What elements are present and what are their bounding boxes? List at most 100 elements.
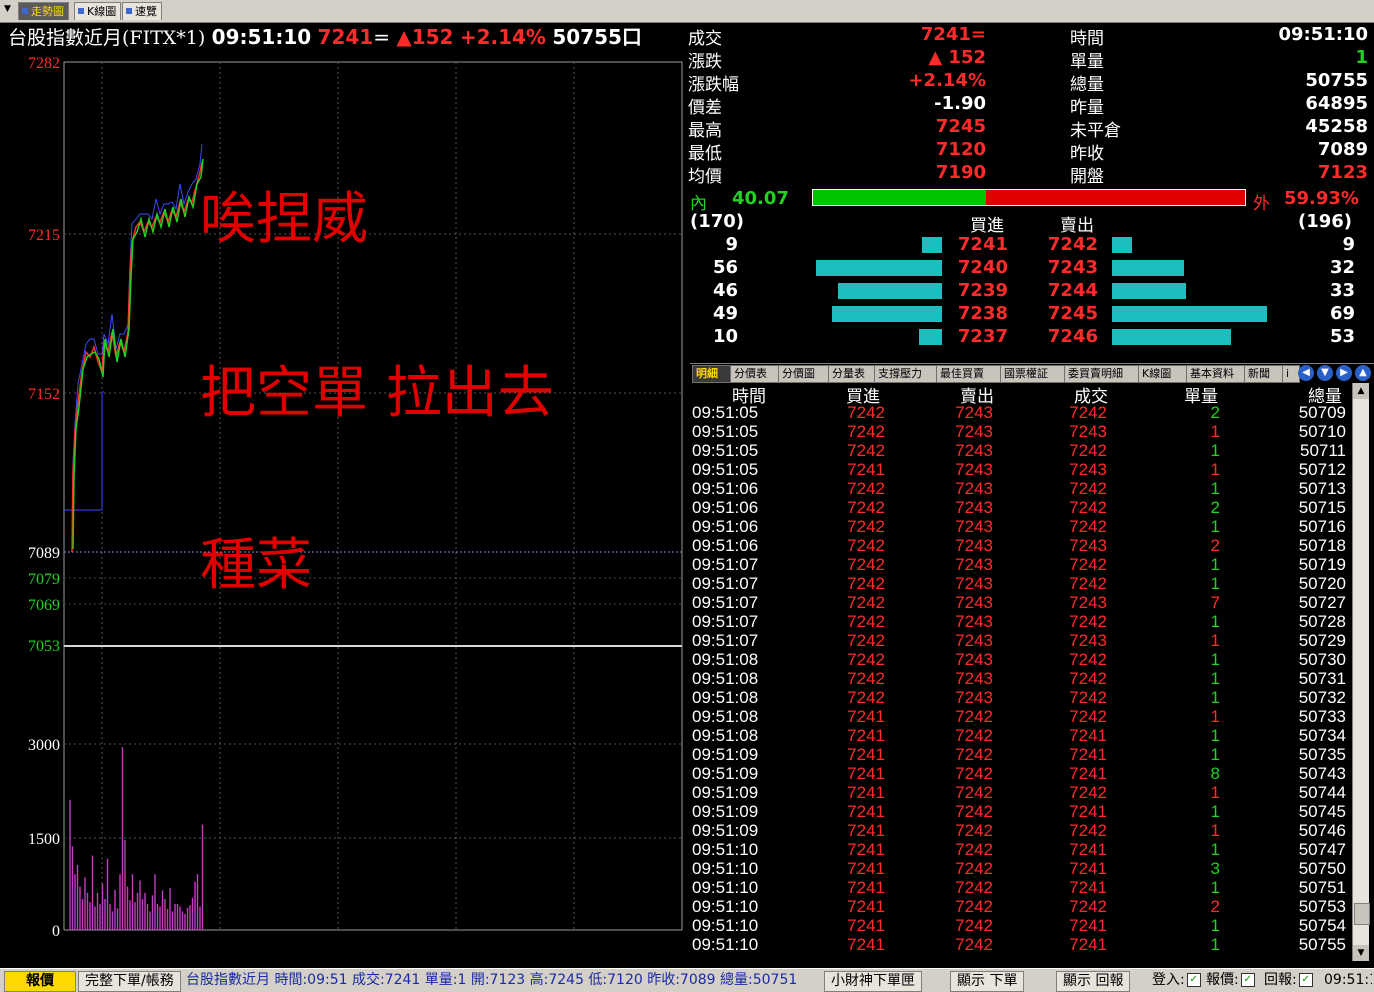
- bid-qty: 10: [712, 326, 738, 347]
- table-row: 09:51:10 7241 7242 7242 2 50753: [690, 897, 1350, 916]
- bid-price[interactable]: 7240: [952, 257, 1008, 278]
- show-order-button[interactable]: 顯示 下單: [950, 971, 1025, 992]
- order-book-row: 10 7237 7246 53: [690, 326, 1370, 349]
- cell-bid: 7242: [847, 593, 885, 612]
- cell-volume: 50712: [1298, 460, 1346, 479]
- detail-tab[interactable]: K線圖: [1138, 365, 1190, 383]
- ask-qty-bar: [1112, 237, 1132, 253]
- quote-value-right: 64895: [1305, 93, 1368, 114]
- table-row: 09:51:09 7241 7242 7242 1 50744: [690, 783, 1350, 802]
- detail-tab[interactable]: 委買賣明細: [1064, 365, 1142, 383]
- cell-deal: 7241: [1069, 840, 1107, 859]
- top-tab-bar: ▼ 走勢圖 K線圖 速覽: [0, 0, 1374, 23]
- detail-tab[interactable]: 分量表: [828, 365, 878, 383]
- quote-label-left: 價差: [688, 98, 722, 118]
- window-menu-icon[interactable]: ▼: [4, 4, 14, 16]
- detail-tab[interactable]: 國票權証: [1000, 365, 1068, 383]
- cell-volume: 50731: [1298, 669, 1346, 688]
- header-change-pct: +2.14%: [459, 25, 546, 49]
- quote-value-right: 09:51:10: [1278, 24, 1368, 45]
- login-toggle[interactable]: 登入: ✓: [1152, 971, 1201, 990]
- quote-label-left: 均價: [688, 167, 722, 187]
- detail-tab[interactable]: 明細: [692, 365, 734, 383]
- annotation-2: 把空單 拉出去: [200, 361, 554, 426]
- ask-price[interactable]: 7243: [1042, 257, 1098, 278]
- cell-qty: 7: [1210, 593, 1220, 612]
- tab-trend-chart[interactable]: 走勢圖: [18, 2, 69, 20]
- cell-qty: 2: [1210, 897, 1220, 916]
- quote-label-right: 昨收: [1070, 144, 1104, 164]
- cell-qty: 1: [1210, 517, 1220, 536]
- table-row: 09:51:08 7242 7243 7242 1 50732: [690, 688, 1350, 707]
- detail-tab[interactable]: 新聞: [1244, 365, 1286, 383]
- cell-time: 09:51:05: [692, 403, 759, 422]
- bid-price[interactable]: 7239: [952, 280, 1008, 301]
- cell-ask: 7243: [955, 479, 993, 498]
- quote-value-left: +2.14%: [908, 70, 986, 91]
- nav-left-icon[interactable]: ◀: [1298, 365, 1314, 381]
- scroll-up-icon[interactable]: ▲: [1353, 383, 1369, 399]
- quote-toggle[interactable]: 報價: ✓: [1206, 971, 1255, 990]
- scroll-thumb[interactable]: [1354, 903, 1370, 925]
- nav-up-icon[interactable]: ▲: [1355, 365, 1371, 381]
- tab-overview[interactable]: 速覽: [122, 2, 162, 20]
- cell-volume: 50734: [1298, 726, 1346, 745]
- cell-volume: 50716: [1298, 517, 1346, 536]
- cell-bid: 7241: [847, 707, 885, 726]
- price-line-green: [72, 158, 204, 550]
- cell-bid: 7241: [847, 764, 885, 783]
- ask-qty: 69: [1329, 303, 1355, 324]
- cell-ask: 7242: [955, 764, 993, 783]
- cell-ask: 7243: [955, 403, 993, 422]
- detail-tab[interactable]: 分價圖: [778, 365, 832, 383]
- cell-time: 09:51:08: [692, 707, 759, 726]
- quote-value-left: 7120: [935, 139, 986, 160]
- quote-label-left: 最高: [688, 121, 722, 141]
- ask-price[interactable]: 7246: [1042, 326, 1098, 347]
- cell-deal: 7241: [1069, 859, 1107, 878]
- cell-ask: 7243: [955, 441, 993, 460]
- ask-price[interactable]: 7245: [1042, 303, 1098, 324]
- quote-button[interactable]: 報價: [4, 971, 76, 992]
- cell-ask: 7243: [955, 460, 993, 479]
- nav-right-icon[interactable]: ▶: [1336, 365, 1352, 381]
- full-order-button[interactable]: 完整下單/帳務: [78, 971, 181, 992]
- report-check-icon[interactable]: ✓: [1298, 973, 1313, 987]
- bid-price[interactable]: 7237: [952, 326, 1008, 347]
- detail-tab[interactable]: 支撐壓力: [874, 365, 940, 383]
- cell-time: 09:51:07: [692, 593, 759, 612]
- detail-scrollbar[interactable]: ▲ ▼: [1352, 383, 1370, 961]
- ask-price[interactable]: 7244: [1042, 280, 1098, 301]
- ask-qty-bar: [1112, 260, 1184, 276]
- cell-ask: 7242: [955, 840, 993, 859]
- show-report-button[interactable]: 顯示 回報: [1056, 971, 1131, 992]
- ask-price[interactable]: 7242: [1042, 234, 1098, 255]
- cell-bid: 7241: [847, 821, 885, 840]
- cell-deal: 7243: [1069, 422, 1107, 441]
- detail-tab[interactable]: 最佳買賣: [936, 365, 1004, 383]
- scroll-down-icon[interactable]: ▼: [1353, 945, 1369, 961]
- quote-check-icon[interactable]: ✓: [1240, 973, 1255, 987]
- small-order-button[interactable]: 小財神下單匣: [824, 971, 922, 992]
- cell-deal: 7241: [1069, 878, 1107, 897]
- cell-ask: 7243: [955, 574, 993, 593]
- price-tick-label: 7282: [28, 55, 60, 72]
- login-check-icon[interactable]: ✓: [1186, 973, 1201, 987]
- cell-volume: 50709: [1298, 403, 1346, 422]
- bid-price[interactable]: 7238: [952, 303, 1008, 324]
- report-toggle[interactable]: 回報: ✓: [1264, 971, 1313, 990]
- bid-price[interactable]: 7241: [952, 234, 1008, 255]
- report-label: 回報:: [1264, 972, 1297, 988]
- intraday-chart[interactable]: 7282721571527089707970697053 300015000 9…: [0, 52, 690, 936]
- detail-tab[interactable]: 分價表: [730, 365, 782, 383]
- tab-k-line[interactable]: K線圖: [74, 2, 122, 20]
- ask-qty-bar: [1112, 306, 1267, 322]
- cell-qty: 2: [1210, 498, 1220, 517]
- cell-bid: 7241: [847, 859, 885, 878]
- cell-time: 09:51:06: [692, 498, 759, 517]
- detail-tab[interactable]: 基本資料: [1186, 365, 1248, 383]
- nav-down-icon[interactable]: ▼: [1317, 365, 1333, 381]
- price-axis-labels: 7282 7215 7152 7089 7079 7069 7053: [28, 55, 60, 655]
- quote-value-right: 45258: [1305, 116, 1368, 137]
- cell-qty: 1: [1210, 916, 1220, 935]
